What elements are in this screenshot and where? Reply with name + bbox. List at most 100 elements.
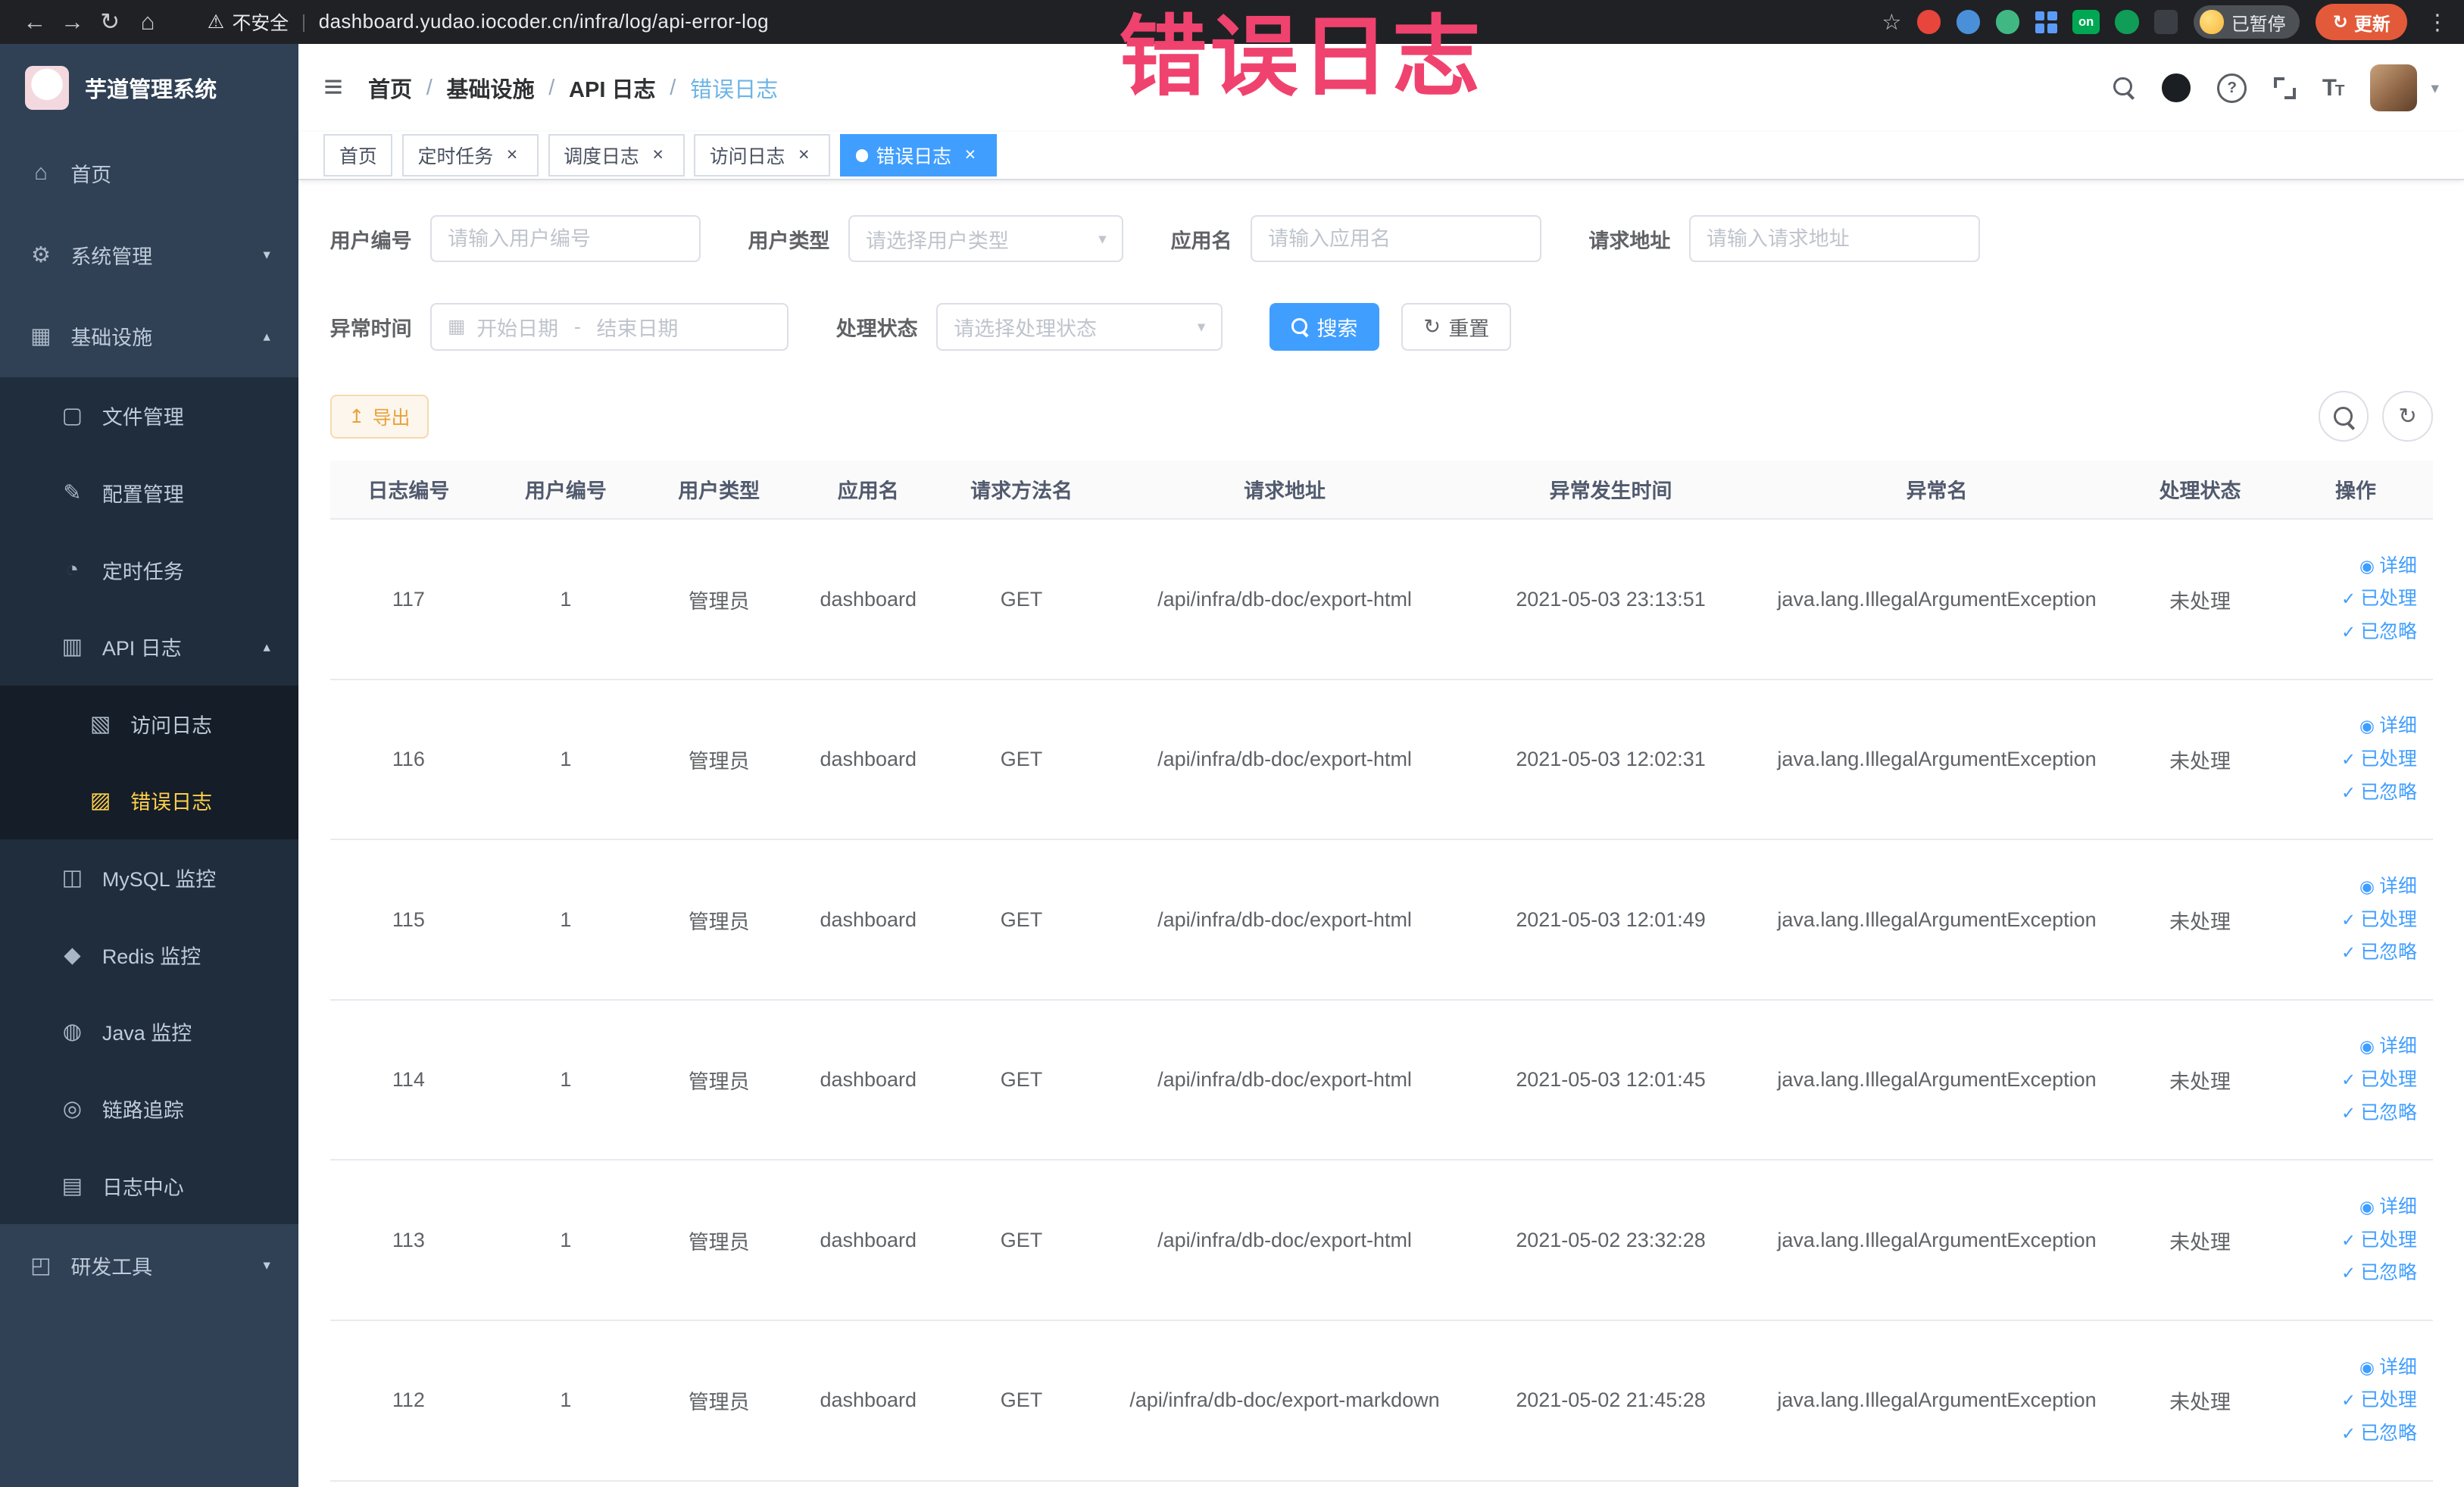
- detail-link[interactable]: ◉ 详细: [2359, 1354, 2417, 1382]
- sidebar-item-system-management[interactable]: ⚙ 系统管理 ▾: [0, 214, 298, 295]
- reset-button[interactable]: ↻ 重置: [1401, 303, 1512, 351]
- fullscreen-icon[interactable]: [2273, 77, 2296, 99]
- tab-scheduled-tasks[interactable]: 定时任务 ×: [401, 134, 539, 177]
- close-icon[interactable]: ×: [647, 144, 669, 167]
- bookmark-star-icon[interactable]: ☆: [1882, 9, 1901, 36]
- close-icon[interactable]: ×: [501, 144, 523, 167]
- cell-time: 2021-05-02 23:32:28: [1469, 1160, 1753, 1321]
- infrastructure-icon: ▦: [30, 324, 52, 349]
- cell-exception: java.lang.IllegalArgumentException: [1752, 1160, 2122, 1321]
- sidebar-item-error-log[interactable]: ▨ 错误日志: [0, 762, 299, 839]
- filter-row-1: 用户编号 用户类型 请选择用户类型 ▾ 应用名: [329, 215, 2433, 263]
- sidebar-item-java-monitor[interactable]: ◍ Java 监控: [0, 993, 299, 1070]
- sidebar-item-dev-tools[interactable]: ◰ 研发工具 ▾: [0, 1224, 298, 1306]
- search-button[interactable]: 搜索: [1269, 303, 1380, 351]
- smiley-icon: [2200, 10, 2224, 34]
- app-name-input[interactable]: [1251, 215, 1542, 263]
- sidebar-item-config-management[interactable]: ✎ 配置管理: [0, 454, 299, 532]
- font-size-icon[interactable]: TT: [2322, 74, 2345, 102]
- breadcrumb-infrastructure[interactable]: 基础设施: [446, 72, 534, 104]
- user-avatar[interactable]: [2369, 64, 2417, 112]
- sidebar-logo[interactable]: 芋道管理系统: [0, 44, 298, 132]
- search-icon[interactable]: [2113, 77, 2135, 99]
- reload-icon[interactable]: ↻: [91, 8, 129, 36]
- processed-link[interactable]: ✓ 已处理: [2341, 745, 2417, 773]
- security-chip[interactable]: ⚠ 不安全: [208, 8, 289, 36]
- ignored-link[interactable]: ✓ 已忽略: [2341, 1099, 2417, 1127]
- close-icon[interactable]: ×: [959, 144, 981, 167]
- sidebar-item-home[interactable]: ⌂ 首页: [0, 132, 298, 214]
- sidebar-item-scheduled-tasks[interactable]: ◔ 定时任务: [0, 531, 299, 608]
- user-id-label: 用户编号: [329, 229, 412, 252]
- select-placeholder: 请选择用户类型: [866, 229, 1009, 252]
- sidebar-item-log-center[interactable]: ▤ 日志中心: [0, 1147, 299, 1225]
- detail-link[interactable]: ◉ 详细: [2359, 552, 2417, 580]
- sidebar-item-access-log[interactable]: ▧ 访问日志: [0, 685, 299, 763]
- paused-badge[interactable]: 已暂停: [2194, 5, 2300, 39]
- java-icon: ◍: [62, 1020, 83, 1045]
- date-range-picker[interactable]: ▦ 开始日期 - 结束日期: [430, 303, 789, 351]
- processed-link[interactable]: ✓ 已处理: [2341, 1386, 2417, 1414]
- tab-access-log[interactable]: 访问日志 ×: [694, 134, 831, 177]
- close-icon[interactable]: ×: [793, 144, 815, 167]
- user-id-input[interactable]: [430, 215, 701, 263]
- extension-icon-blue[interactable]: [1957, 10, 1981, 34]
- request-url-label: 请求地址: [1588, 229, 1671, 252]
- sidebar-item-redis-monitor[interactable]: ◆ Redis 监控: [0, 916, 299, 994]
- check-icon: ✓: [2341, 1390, 2356, 1410]
- sidebar-item-mysql-monitor[interactable]: ◫ MySQL 监控: [0, 839, 299, 917]
- export-button[interactable]: ↥ 导出: [329, 394, 429, 439]
- tab-home[interactable]: 首页: [323, 134, 393, 177]
- ignored-label: 已忽略: [2360, 1422, 2417, 1444]
- sidebar-item-label: API 日志: [101, 637, 182, 661]
- col-exception: 异常名: [1752, 460, 2122, 520]
- browser-home-icon[interactable]: ⌂: [129, 8, 167, 36]
- update-button[interactable]: ↻ 更新: [2315, 4, 2408, 40]
- ignored-link[interactable]: ✓ 已忽略: [2341, 1259, 2417, 1287]
- kebab-menu-icon[interactable]: ⋮: [2426, 9, 2448, 36]
- help-icon[interactable]: ?: [2217, 73, 2247, 103]
- ignored-link[interactable]: ✓ 已忽略: [2341, 939, 2417, 967]
- sidebar-item-api-log[interactable]: ▥ API 日志 ▴: [0, 608, 299, 686]
- extension-icon-vue[interactable]: [1995, 10, 2019, 34]
- processed-link[interactable]: ✓ 已处理: [2341, 1226, 2417, 1254]
- back-icon[interactable]: ←: [16, 8, 54, 36]
- sidebar-item-file-management[interactable]: ▢ 文件管理: [0, 376, 299, 455]
- breadcrumb-home[interactable]: 首页: [368, 72, 412, 104]
- breadcrumb-api-log[interactable]: API 日志: [569, 72, 656, 104]
- processed-link[interactable]: ✓ 已处理: [2341, 585, 2417, 613]
- detail-label: 详细: [2379, 1356, 2417, 1378]
- ignored-link[interactable]: ✓ 已忽略: [2341, 618, 2417, 646]
- detail-link[interactable]: ◉ 详细: [2359, 712, 2417, 740]
- processed-link[interactable]: ✓ 已处理: [2341, 1066, 2417, 1094]
- detail-link[interactable]: ◉ 详细: [2359, 1193, 2417, 1221]
- tab-schedule-log[interactable]: 调度日志 ×: [548, 134, 685, 177]
- process-status-select[interactable]: 请选择处理状态 ▾: [936, 303, 1223, 351]
- hamburger-icon[interactable]: ≡: [323, 71, 342, 105]
- refresh-table-button[interactable]: ↻: [2382, 391, 2433, 442]
- cell-method: GET: [942, 679, 1101, 841]
- sidebar-item-link-tracing[interactable]: ◎ 链路追踪: [0, 1070, 299, 1148]
- detail-link[interactable]: ◉ 详细: [2359, 1032, 2417, 1061]
- user-type-select[interactable]: 请选择用户类型 ▾: [848, 215, 1124, 263]
- detail-link[interactable]: ◉ 详细: [2359, 873, 2417, 901]
- sidebar-item-infrastructure[interactable]: ▦ 基础设施 ▴: [0, 295, 298, 377]
- cell-user-type: 管理员: [644, 1160, 794, 1321]
- ignored-link[interactable]: ✓ 已忽略: [2341, 1420, 2417, 1448]
- extension-icon-red[interactable]: [1917, 10, 1941, 34]
- github-icon[interactable]: [2162, 73, 2191, 102]
- extension-icon-grid[interactable]: [2035, 11, 2057, 33]
- extension-icon-on-badge[interactable]: on: [2072, 10, 2100, 34]
- request-url-input[interactable]: [1689, 215, 1980, 263]
- filter-row-2: 异常时间 ▦ 开始日期 - 结束日期 处理状态 请选择处理状态 ▾ 搜索 ↻ 重…: [330, 303, 2433, 351]
- address-bar[interactable]: dashboard.yudao.iocoder.cn/infra/log/api…: [319, 11, 769, 33]
- tab-label: 错误日志: [876, 146, 952, 168]
- caret-down-icon[interactable]: ▾: [2431, 79, 2439, 98]
- tab-error-log[interactable]: 错误日志 ×: [839, 134, 998, 177]
- processed-link[interactable]: ✓ 已处理: [2341, 906, 2417, 934]
- extension-icon-dark[interactable]: [2154, 10, 2178, 34]
- forward-icon[interactable]: →: [54, 8, 92, 36]
- ignored-link[interactable]: ✓ 已忽略: [2341, 779, 2417, 807]
- extension-icon-green[interactable]: [2115, 10, 2139, 34]
- toggle-search-button[interactable]: [2318, 391, 2369, 442]
